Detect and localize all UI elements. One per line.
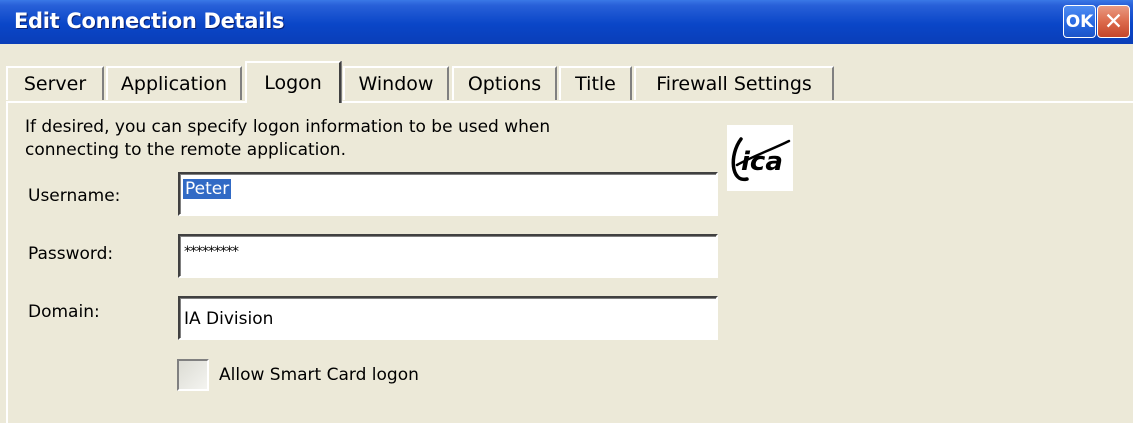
- tab-server[interactable]: Server: [6, 66, 104, 100]
- domain-input[interactable]: IA Division: [178, 296, 718, 340]
- logon-description: If desired, you can specify logon inform…: [25, 116, 705, 162]
- password-label: Password:: [28, 244, 114, 264]
- description-line-2: connecting to the remote application.: [25, 140, 346, 160]
- ok-button[interactable]: OK: [1063, 5, 1096, 38]
- ica-logo: ica: [727, 125, 793, 191]
- tab-options[interactable]: Options: [452, 66, 557, 100]
- tab-firewall-settings[interactable]: Firewall Settings: [634, 66, 834, 100]
- ica-logo-icon: ica: [731, 137, 791, 181]
- close-icon: ✕: [1103, 8, 1124, 35]
- tab-title[interactable]: Title: [559, 66, 632, 100]
- close-button[interactable]: ✕: [1097, 5, 1130, 38]
- domain-value: IA Division: [184, 309, 274, 329]
- title-bar: Edit Connection Details OK ✕: [0, 0, 1133, 44]
- password-value: *********: [184, 244, 239, 260]
- username-input[interactable]: Peter: [178, 172, 718, 216]
- username-label: Username:: [28, 186, 121, 206]
- domain-label: Domain:: [28, 302, 100, 322]
- smartcard-label[interactable]: Allow Smart Card logon: [219, 365, 419, 385]
- window-title: Edit Connection Details: [14, 9, 285, 33]
- username-value: Peter: [183, 179, 232, 199]
- tab-divider: [6, 101, 1133, 103]
- description-line-1: If desired, you can specify logon inform…: [25, 117, 551, 137]
- tab-window[interactable]: Window: [343, 66, 449, 100]
- panel-border: [6, 101, 8, 423]
- tab-logon[interactable]: Logon: [245, 61, 341, 103]
- smartcard-checkbox[interactable]: [177, 359, 209, 391]
- ica-logo-text: ica: [741, 147, 783, 177]
- password-input[interactable]: *********: [178, 234, 718, 278]
- tab-application[interactable]: Application: [106, 66, 242, 100]
